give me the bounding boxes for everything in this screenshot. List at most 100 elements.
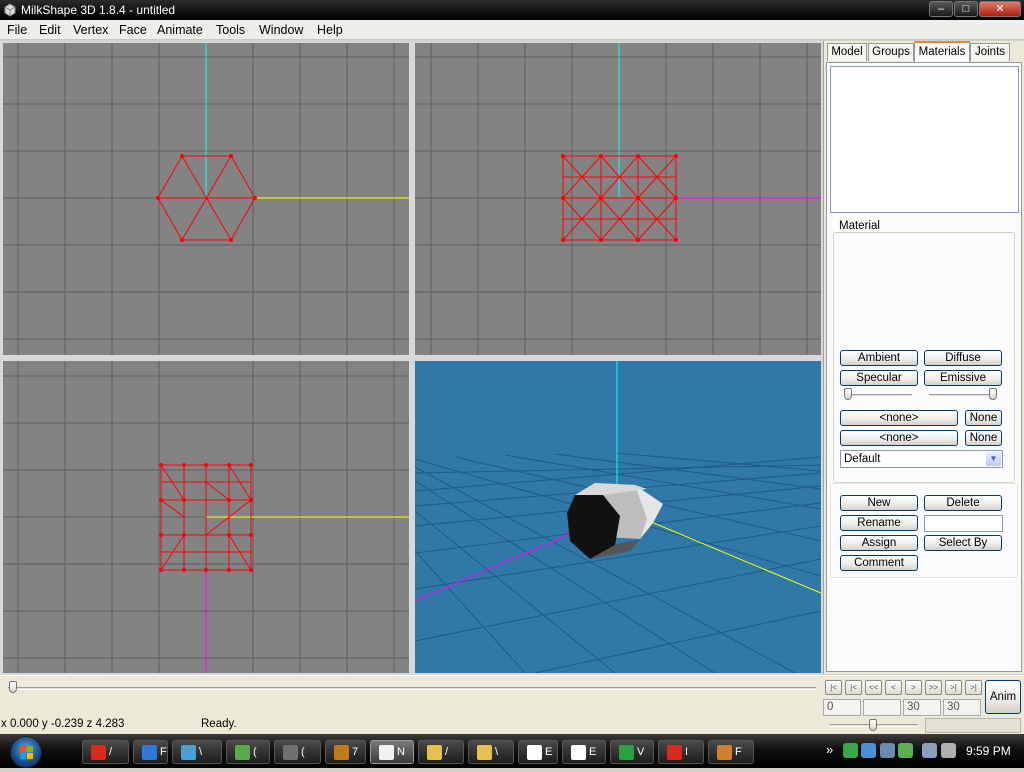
tray-shield-icon[interactable] [898, 743, 913, 758]
viewport-front[interactable] [3, 43, 409, 355]
animation-timeline: |< |< << < > >> >| >| 0 30 30 Anim [0, 675, 1024, 717]
frame-field-2[interactable] [863, 699, 901, 716]
speed-slider-thumb[interactable] [869, 719, 877, 731]
tab-joints[interactable]: Joints [970, 43, 1010, 61]
frame-slider[interactable] [8, 687, 816, 690]
task-app-icon [477, 745, 492, 760]
taskbar-task-button[interactable]: / [82, 740, 129, 764]
menu-face[interactable]: Face [119, 23, 147, 37]
tray-monitor-icon[interactable] [922, 743, 937, 758]
new-material-button[interactable]: New [840, 495, 918, 511]
ambient-button[interactable]: Ambient [840, 350, 918, 366]
next-frame-button[interactable]: > [905, 680, 922, 695]
task-app-icon [142, 745, 157, 760]
task-label: E [545, 746, 553, 758]
task-label: V [637, 746, 645, 758]
tray-network-icon[interactable] [861, 743, 876, 758]
window-title: MilkShape 3D 1.8.4 - untitled [21, 3, 176, 17]
specular-button[interactable]: Specular [840, 370, 918, 386]
task-app-icon [235, 745, 250, 760]
select-by-material-button[interactable]: Select By [924, 535, 1002, 551]
shininess-slider-thumb[interactable] [844, 388, 852, 400]
tray-user-icon[interactable] [843, 743, 858, 758]
viewport-top-canvas [3, 361, 409, 673]
delete-material-button[interactable]: Delete [924, 495, 1002, 511]
tab-model[interactable]: Model [827, 43, 867, 61]
taskbar-task-button[interactable]: / [418, 740, 464, 764]
materials-list[interactable] [830, 66, 1019, 213]
frame-count-field[interactable]: 30 [943, 699, 981, 716]
tray-app-icon[interactable] [880, 743, 895, 758]
maximize-icon: □ [962, 3, 970, 15]
taskbar-task-button[interactable]: E [562, 740, 606, 764]
menu-animate[interactable]: Animate [157, 23, 203, 37]
rewind-button[interactable]: << [865, 680, 882, 695]
close-button[interactable]: ✕ [979, 1, 1021, 17]
anim-toggle-button[interactable]: Anim [985, 680, 1021, 714]
next-key-button[interactable]: >| [945, 680, 962, 695]
taskbar-task-button[interactable]: I [658, 740, 704, 764]
frame-field-3[interactable]: 30 [903, 699, 941, 716]
task-label: F [735, 746, 742, 758]
viewport-side[interactable] [415, 43, 821, 355]
start-button[interactable] [10, 736, 42, 768]
viewport-top[interactable] [3, 361, 409, 673]
tray-volume-icon[interactable] [941, 743, 956, 758]
task-label: / [445, 746, 449, 758]
taskbar-task-button[interactable]: ( [274, 740, 321, 764]
maximize-button[interactable]: □ [954, 1, 978, 17]
coordinates-readout: x 0.000 y -0.239 z 4.283 [1, 718, 125, 730]
right-panel: Model Groups Materials Joints Material A… [823, 41, 1024, 674]
first-frame-button[interactable]: |< [825, 680, 842, 695]
current-frame-field[interactable]: 0 [823, 699, 861, 716]
taskbar-task-button[interactable]: F [708, 740, 754, 764]
minimize-button[interactable]: – [929, 1, 953, 17]
taskbar-task-button[interactable]: ( [226, 740, 270, 764]
taskbar-task-button[interactable]: E [518, 740, 558, 764]
assign-material-button[interactable]: Assign [840, 535, 918, 551]
taskbar-task-button[interactable]: N [370, 740, 414, 764]
last-frame-button[interactable]: >| [965, 680, 982, 695]
task-app-icon [91, 745, 106, 760]
task-label: 7 [352, 746, 359, 758]
texture2-none-button[interactable]: None [965, 430, 1002, 446]
prev-frame-button[interactable]: < [885, 680, 902, 695]
taskbar-task-button[interactable]: V [610, 740, 654, 764]
transparency-slider[interactable] [929, 394, 997, 397]
emissive-button[interactable]: Emissive [924, 370, 1002, 386]
chevron-down-icon: ▼ [986, 452, 1001, 466]
viewport-side-canvas [415, 43, 821, 355]
menu-window[interactable]: Window [259, 23, 303, 37]
transparency-slider-thumb[interactable] [989, 388, 997, 400]
taskbar-task-button[interactable]: \ [172, 740, 222, 764]
taskbar-task-button[interactable]: 7 [325, 740, 366, 764]
material-mode-select[interactable]: Default ▼ [840, 450, 1003, 468]
system-clock[interactable]: 9:59 PM [966, 744, 1011, 758]
menu-edit[interactable]: Edit [39, 23, 61, 37]
shininess-slider[interactable] [844, 394, 912, 397]
menu-tools[interactable]: Tools [216, 23, 245, 37]
task-app-icon [379, 745, 394, 760]
texture2-button[interactable]: <none> [840, 430, 958, 446]
comment-button[interactable]: Comment [840, 555, 918, 571]
taskbar-task-button[interactable]: \ [468, 740, 514, 764]
prev-key-button[interactable]: |< [845, 680, 862, 695]
menu-help[interactable]: Help [317, 23, 343, 37]
tab-materials[interactable]: Materials [914, 41, 970, 62]
texture1-button[interactable]: <none> [840, 410, 958, 426]
task-app-icon [667, 745, 682, 760]
diffuse-button[interactable]: Diffuse [924, 350, 1002, 366]
taskbar-task-button[interactable]: F [133, 740, 168, 764]
menu-vertex[interactable]: Vertex [73, 23, 108, 37]
viewport-3d[interactable] [415, 361, 821, 673]
frame-slider-thumb[interactable] [9, 681, 17, 693]
menu-file[interactable]: File [7, 23, 27, 37]
material-group-label: Material [837, 220, 882, 232]
rename-input[interactable] [924, 515, 1003, 532]
tab-groups[interactable]: Groups [868, 43, 914, 61]
rename-material-button[interactable]: Rename [840, 515, 918, 531]
task-app-icon [283, 745, 298, 760]
fast-forward-button[interactable]: >> [925, 680, 942, 695]
texture1-none-button[interactable]: None [965, 410, 1002, 426]
show-more-chevron-icon[interactable]: » [826, 742, 833, 757]
